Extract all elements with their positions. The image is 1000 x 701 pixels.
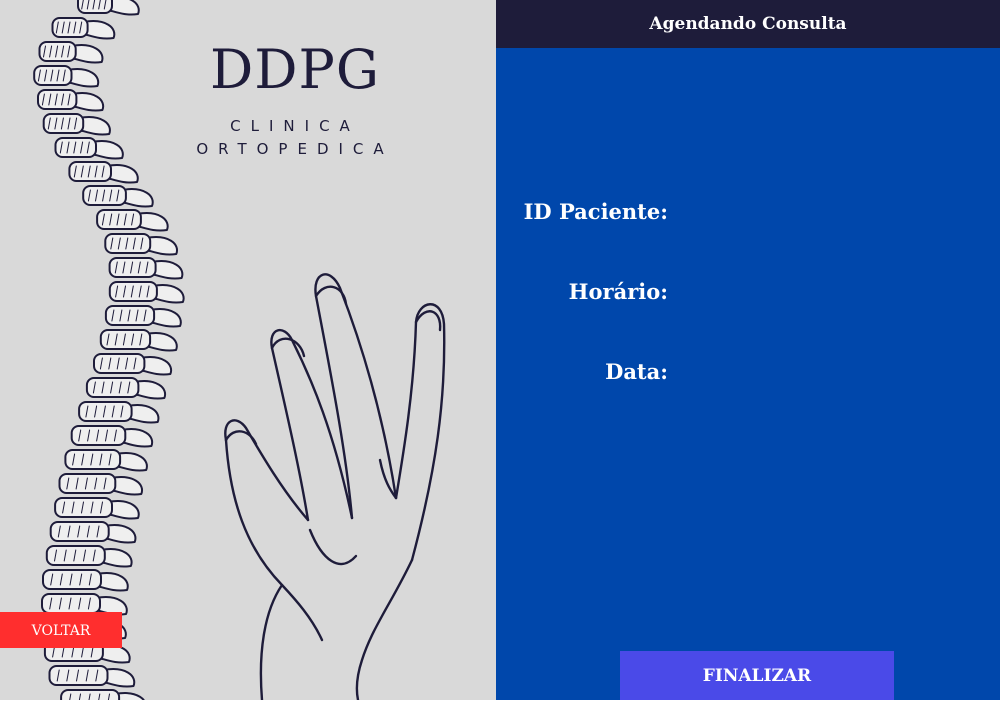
illustration xyxy=(33,0,446,700)
spine-illustration xyxy=(33,0,185,700)
date-input[interactable] xyxy=(680,358,974,390)
patient-id-input[interactable] xyxy=(680,198,974,230)
left-panel: DDPG CLINICA ORTOPEDICA VOLTAR xyxy=(0,0,496,700)
time-input[interactable] xyxy=(680,278,974,310)
time-label: Horário: xyxy=(568,279,668,304)
right-panel: Agendando Consulta ID Paciente: Horário:… xyxy=(496,0,1000,700)
patient-id-label: ID Paciente: xyxy=(523,199,668,224)
hand-illustration xyxy=(224,273,446,700)
date-label: Data: xyxy=(605,359,668,384)
finish-button[interactable]: FINALIZAR xyxy=(620,651,894,700)
brand-name: DDPG xyxy=(209,38,381,101)
brand-subtitle-line1: CLINICA xyxy=(230,117,360,135)
page-title: Agendando Consulta xyxy=(496,0,1000,48)
brand-subtitle-line2: ORTOPEDICA xyxy=(196,140,394,158)
back-button[interactable]: VOLTAR xyxy=(0,612,122,648)
